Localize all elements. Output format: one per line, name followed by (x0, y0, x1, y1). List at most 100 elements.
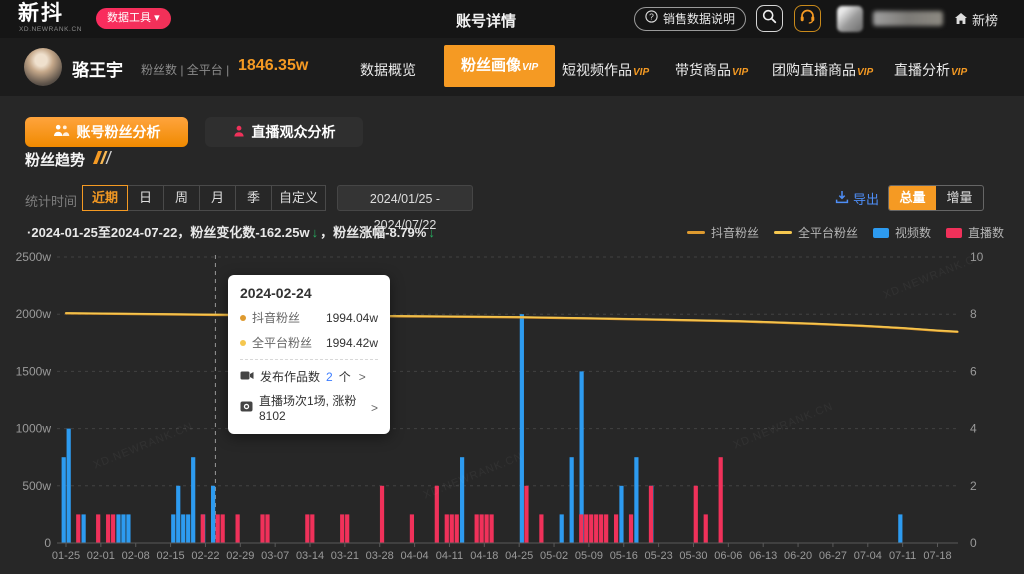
nav-tab-goods[interactable]: 带货商品VIP (675, 60, 748, 80)
nav-tab-group-live-goods[interactable]: 团购直播商品VIP (772, 60, 873, 80)
vip-badge: VIP (732, 67, 748, 78)
toggle-incremental[interactable]: 增量 (936, 186, 983, 210)
chart-tooltip: 2024-02-24 抖音粉丝 1994.04w 全平台粉丝 1994.42w … (228, 275, 390, 434)
date-range-picker[interactable]: 2024/01/25 - 2024/07/22 (337, 185, 473, 211)
legend-douyin-fans[interactable]: 抖音粉丝 (687, 224, 759, 241)
total-incremental-toggle: 总量 增量 (888, 185, 984, 211)
section-title-fan-trend: 粉丝趋势 (25, 149, 115, 170)
rect-swatch (946, 228, 962, 238)
tooltip-date: 2024-02-24 (240, 285, 378, 301)
svg-text:02-29: 02-29 (226, 550, 254, 562)
camera-icon (240, 401, 253, 415)
svg-text:?: ? (649, 11, 654, 21)
legend-live-count[interactable]: 直播数 (946, 224, 1004, 241)
rect-swatch (873, 228, 889, 238)
vip-badge: VIP (857, 67, 873, 78)
tooltip-live-link[interactable]: 直播场次1场, 涨粉8102 > (240, 392, 378, 423)
svg-text:06-13: 06-13 (749, 550, 777, 562)
headset-icon (799, 8, 816, 29)
svg-text:2500w: 2500w (16, 250, 52, 264)
export-button[interactable]: 导出 (835, 189, 879, 208)
flame-decoration-icon (91, 151, 115, 168)
app-logo-subtitle: XD.NEWRANK.CN (19, 26, 82, 33)
svg-text:05-30: 05-30 (679, 550, 707, 562)
chevron-right-icon: > (359, 370, 366, 384)
svg-text:0: 0 (970, 536, 977, 550)
svg-text:02-15: 02-15 (157, 550, 185, 562)
segment-custom[interactable]: 自定义 (272, 185, 326, 211)
nav-tab-live-analysis[interactable]: 直播分析VIP (894, 60, 967, 80)
stat-time-label: 统计时间 (25, 191, 77, 210)
vip-badge: VIP (951, 67, 967, 78)
svg-text:2000w: 2000w (16, 307, 52, 321)
fan-trend-chart[interactable]: 2500w102000w81500w61000w4500w20001-2502-… (0, 248, 1024, 574)
account-name: 骆王宇 (72, 56, 123, 81)
legend-video-count[interactable]: 视频数 (873, 224, 931, 241)
svg-text:01-25: 01-25 (52, 550, 80, 562)
fans-count-label: 粉丝数 | 全平台 | (141, 61, 229, 78)
svg-text:07-18: 07-18 (923, 550, 951, 562)
segment-week[interactable]: 周 (164, 185, 200, 211)
search-icon (762, 9, 777, 29)
tooltip-row-douyin: 抖音粉丝 1994.04w (240, 309, 378, 326)
customer-service-button[interactable] (794, 5, 821, 32)
nav-tab-short-video[interactable]: 短视频作品VIP (562, 60, 649, 80)
legend-allplatform-fans[interactable]: 全平台粉丝 (774, 224, 858, 241)
segment-quarter[interactable]: 季 (236, 185, 272, 211)
svg-text:500w: 500w (22, 479, 51, 493)
nav-tab-fan-portrait-active[interactable]: 粉丝画像VIP (444, 45, 555, 87)
data-tools-dropdown[interactable]: 数据工具 ▾ (96, 8, 171, 29)
video-camera-icon (240, 370, 254, 384)
svg-text:0: 0 (44, 536, 51, 550)
svg-text:03-28: 03-28 (366, 550, 394, 562)
nav-tab-data-overview[interactable]: 数据概览 (360, 60, 416, 80)
line-swatch (687, 231, 705, 234)
vip-badge: VIP (522, 62, 538, 73)
tab-account-fan-analysis[interactable]: 账号粉丝分析 (25, 117, 188, 147)
caret-down-icon: ▾ (154, 12, 160, 24)
vip-badge: VIP (633, 67, 649, 78)
line-swatch (774, 231, 792, 234)
svg-text:02-22: 02-22 (191, 550, 219, 562)
segment-recent[interactable]: 近期 (82, 185, 128, 211)
svg-text:06-06: 06-06 (714, 550, 742, 562)
svg-text:03-07: 03-07 (261, 550, 289, 562)
people-icon (53, 124, 70, 140)
svg-text:03-21: 03-21 (331, 550, 359, 562)
tooltip-works-link[interactable]: 发布作品数2个 > (240, 368, 378, 385)
svg-text:04-04: 04-04 (401, 550, 429, 562)
account-bar: 骆王宇 粉丝数 | 全平台 | 1846.35w 数据概览 粉丝画像VIP 短视… (0, 38, 1024, 96)
search-button[interactable] (756, 5, 783, 32)
time-range-segments: 近期 日 周 月 季 自定义 (82, 185, 326, 211)
svg-text:4: 4 (970, 422, 977, 436)
svg-text:03-14: 03-14 (296, 550, 324, 562)
download-icon (835, 190, 849, 207)
segment-month[interactable]: 月 (200, 185, 236, 211)
fan-change-summary: ·2024-01-25至2024-07-22，粉丝变化数-162.25w↓，粉丝… (27, 222, 437, 241)
svg-text:05-23: 05-23 (645, 550, 673, 562)
toggle-total[interactable]: 总量 (889, 186, 936, 210)
svg-text:1500w: 1500w (16, 364, 52, 378)
page-title: 账号详情 (456, 10, 516, 31)
user-avatar[interactable] (837, 6, 863, 32)
svg-text:10: 10 (970, 250, 984, 264)
newrank-home-link[interactable]: 新榜 (954, 10, 998, 29)
svg-text:07-11: 07-11 (889, 550, 916, 562)
svg-text:04-25: 04-25 (505, 550, 533, 562)
svg-text:04-11: 04-11 (436, 550, 463, 562)
svg-text:05-02: 05-02 (540, 550, 568, 562)
account-avatar (24, 48, 62, 86)
svg-text:6: 6 (970, 364, 977, 378)
down-arrow-icon: ↓ (428, 225, 435, 240)
svg-text:8: 8 (970, 307, 977, 321)
chevron-right-icon: > (371, 401, 378, 415)
app-logo: 新抖 (18, 3, 64, 25)
sales-data-info-button[interactable]: ? 销售数据说明 (634, 7, 746, 31)
series-dot (240, 340, 246, 346)
tab-live-audience-analysis[interactable]: 直播观众分析 (205, 117, 363, 147)
svg-text:02-08: 02-08 (122, 550, 150, 562)
fans-count-value: 1846.35w (238, 57, 308, 75)
series-dot (240, 315, 246, 321)
segment-day[interactable]: 日 (128, 185, 164, 211)
user-name-blurred[interactable] (873, 11, 943, 26)
